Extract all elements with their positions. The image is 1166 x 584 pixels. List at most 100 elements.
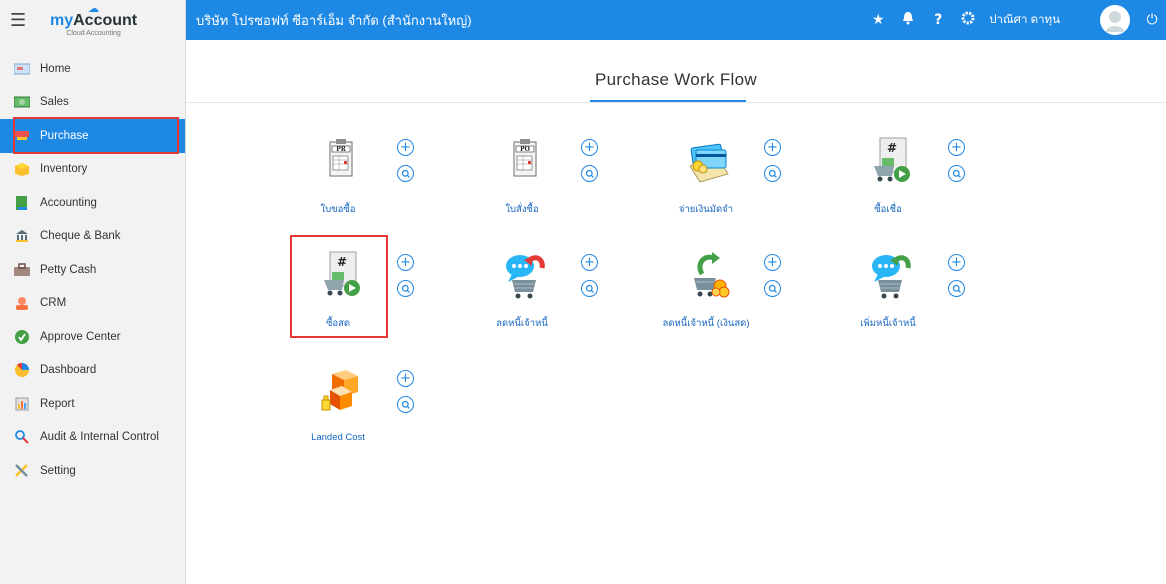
- credit-note-icon[interactable]: [860, 250, 916, 300]
- user-name[interactable]: ปาณิศา ดาทุน: [989, 11, 1060, 29]
- avatar[interactable]: [1100, 5, 1130, 35]
- audit-icon: [14, 430, 30, 444]
- tile-label[interactable]: ใบสั่งซื้อ: [472, 202, 572, 217]
- active-item-highlight: [13, 117, 179, 154]
- add-button[interactable]: +: [764, 139, 781, 156]
- workflow-tile-credit-purchase: # ซื้อเชื่อ: [838, 136, 938, 226]
- sidebar-item-approve-center[interactable]: Approve Center: [0, 320, 185, 354]
- search-button[interactable]: [581, 280, 598, 297]
- sidebar-item-label: Cheque & Bank: [40, 230, 121, 243]
- add-button[interactable]: +: [581, 254, 598, 271]
- sidebar-item-report[interactable]: Report: [0, 387, 185, 421]
- search-button[interactable]: [764, 165, 781, 182]
- search-button[interactable]: [948, 165, 965, 182]
- deposit-payment-icon[interactable]: [678, 136, 734, 186]
- sidebar-item-label: Accounting: [40, 196, 97, 209]
- sidebar-item-label: Setting: [40, 464, 76, 477]
- sidebar-item-label: Approve Center: [40, 330, 121, 343]
- tile-label[interactable]: เพิ่มหนี้เจ้าหนี้: [838, 316, 938, 331]
- purchase-order-icon[interactable]: PO: [494, 136, 550, 186]
- accounting-icon: [14, 195, 30, 210]
- crm-icon: [14, 296, 30, 311]
- sidebar-item-home[interactable]: Home: [0, 52, 185, 86]
- sidebar-item-petty-cash[interactable]: Petty Cash: [0, 253, 185, 287]
- debit-note-icon[interactable]: [494, 250, 550, 300]
- sidebar-item-label: Sales: [40, 96, 69, 109]
- bell-icon[interactable]: [893, 11, 923, 29]
- sidebar-item-accounting[interactable]: Accounting: [0, 186, 185, 220]
- sidebar-item-label: Inventory: [40, 163, 88, 176]
- add-button[interactable]: +: [764, 254, 781, 271]
- top-bar: บริษัท โปรซอฟท์ ซีอาร์เอ็ม จำกัด (สำนักง…: [186, 0, 1166, 40]
- tile-label[interactable]: Landed Cost: [288, 432, 388, 443]
- selected-tile-highlight: [290, 235, 388, 338]
- logo-text-my: my: [50, 12, 74, 29]
- tile-label[interactable]: ใบขอซื้อ: [288, 202, 388, 217]
- workflow-tile-credit-note: เพิ่มหนี้เจ้าหนี้: [838, 250, 938, 340]
- star-icon[interactable]: ★: [863, 12, 893, 28]
- tile-label[interactable]: จ่ายเงินมัดจำ: [656, 202, 756, 217]
- sidebar-item-label: Home: [40, 62, 71, 75]
- logo-bar: ☰ ☁ myAccount Cloud Accounting: [0, 0, 185, 40]
- add-button[interactable]: +: [948, 254, 965, 271]
- tile-label[interactable]: ซื้อเชื่อ: [838, 202, 938, 217]
- sidebar-item-crm[interactable]: CRM: [0, 287, 185, 321]
- workflow-tile-cash-debit-note: ลดหนี้เจ้าหนี้ (เงินสด): [656, 250, 756, 340]
- workflow-tile-landed-cost: Landed Cost: [288, 366, 388, 456]
- topbar-actions: ★ ? ปาณิศา ดาทุน ⏻: [863, 0, 1166, 40]
- sidebar-item-audit[interactable]: Audit & Internal Control: [0, 421, 185, 455]
- sidebar-item-label: Petty Cash: [40, 263, 97, 276]
- page-title: Purchase Work Flow: [595, 70, 757, 89]
- workflow-tile-debit-note: ลดหนี้เจ้าหนี้: [472, 250, 572, 340]
- tile-label[interactable]: ลดหนี้เจ้าหนี้: [472, 316, 572, 331]
- sidebar-item-label: Dashboard: [40, 364, 97, 377]
- logo-subtitle: Cloud Accounting: [66, 30, 121, 37]
- add-button[interactable]: +: [948, 139, 965, 156]
- purchase-request-icon[interactable]: PR: [310, 136, 366, 186]
- cash-debit-note-icon[interactable]: [678, 250, 734, 300]
- sidebar-item-dashboard[interactable]: Dashboard: [0, 354, 185, 388]
- help-icon[interactable]: ?: [923, 12, 953, 28]
- search-button[interactable]: [581, 165, 598, 182]
- power-icon[interactable]: ⏻: [1142, 12, 1162, 28]
- search-button[interactable]: [764, 280, 781, 297]
- sidebar-item-cheque-bank[interactable]: Cheque & Bank: [0, 220, 185, 254]
- search-button[interactable]: [397, 396, 414, 413]
- badge-hash: #: [887, 141, 897, 155]
- settings-icon[interactable]: [953, 11, 983, 29]
- workflow-tile-deposit-payment: จ่ายเงินมัดจำ: [656, 136, 756, 226]
- add-button[interactable]: +: [397, 139, 414, 156]
- dashboard-icon: [14, 363, 30, 378]
- logo-text-account: Account: [73, 12, 138, 29]
- sidebar-item-label: CRM: [40, 297, 67, 310]
- search-button[interactable]: [397, 165, 414, 182]
- landed-cost-icon[interactable]: [310, 366, 366, 416]
- credit-purchase-icon[interactable]: #: [860, 136, 916, 186]
- search-button[interactable]: [948, 280, 965, 297]
- sidebar-item-label: Report: [40, 397, 75, 410]
- badge-po: PO: [520, 146, 530, 153]
- sidebar-item-inventory[interactable]: Inventory: [0, 153, 185, 187]
- company-name[interactable]: บริษัท โปรซอฟท์ ซีอาร์เอ็ม จำกัด (สำนักง…: [186, 10, 472, 31]
- add-button[interactable]: +: [581, 139, 598, 156]
- report-icon: [14, 397, 30, 411]
- approve-icon: [14, 329, 30, 344]
- sidebar-item-sales[interactable]: Sales: [0, 86, 185, 120]
- search-button[interactable]: [397, 280, 414, 297]
- sidebar: ☰ ☁ myAccount Cloud Accounting Home Sale…: [0, 0, 186, 584]
- sidebar-item-setting[interactable]: Setting: [0, 454, 185, 488]
- add-button[interactable]: +: [397, 370, 414, 387]
- tile-label[interactable]: ลดหนี้เจ้าหนี้ (เงินสด): [656, 316, 756, 331]
- petty-cash-icon: [14, 263, 30, 277]
- hamburger-menu-icon[interactable]: ☰: [10, 10, 34, 31]
- bank-icon: [14, 229, 30, 243]
- sidebar-item-label: Audit & Internal Control: [40, 431, 159, 444]
- sales-icon: [14, 95, 30, 109]
- add-button[interactable]: +: [397, 254, 414, 271]
- badge-pr: PR: [336, 146, 347, 153]
- setting-icon: [14, 463, 30, 478]
- home-icon: [14, 62, 30, 76]
- title-underline: [590, 100, 746, 102]
- inventory-icon: [14, 162, 30, 177]
- app-logo[interactable]: ☁ myAccount Cloud Accounting: [50, 3, 137, 37]
